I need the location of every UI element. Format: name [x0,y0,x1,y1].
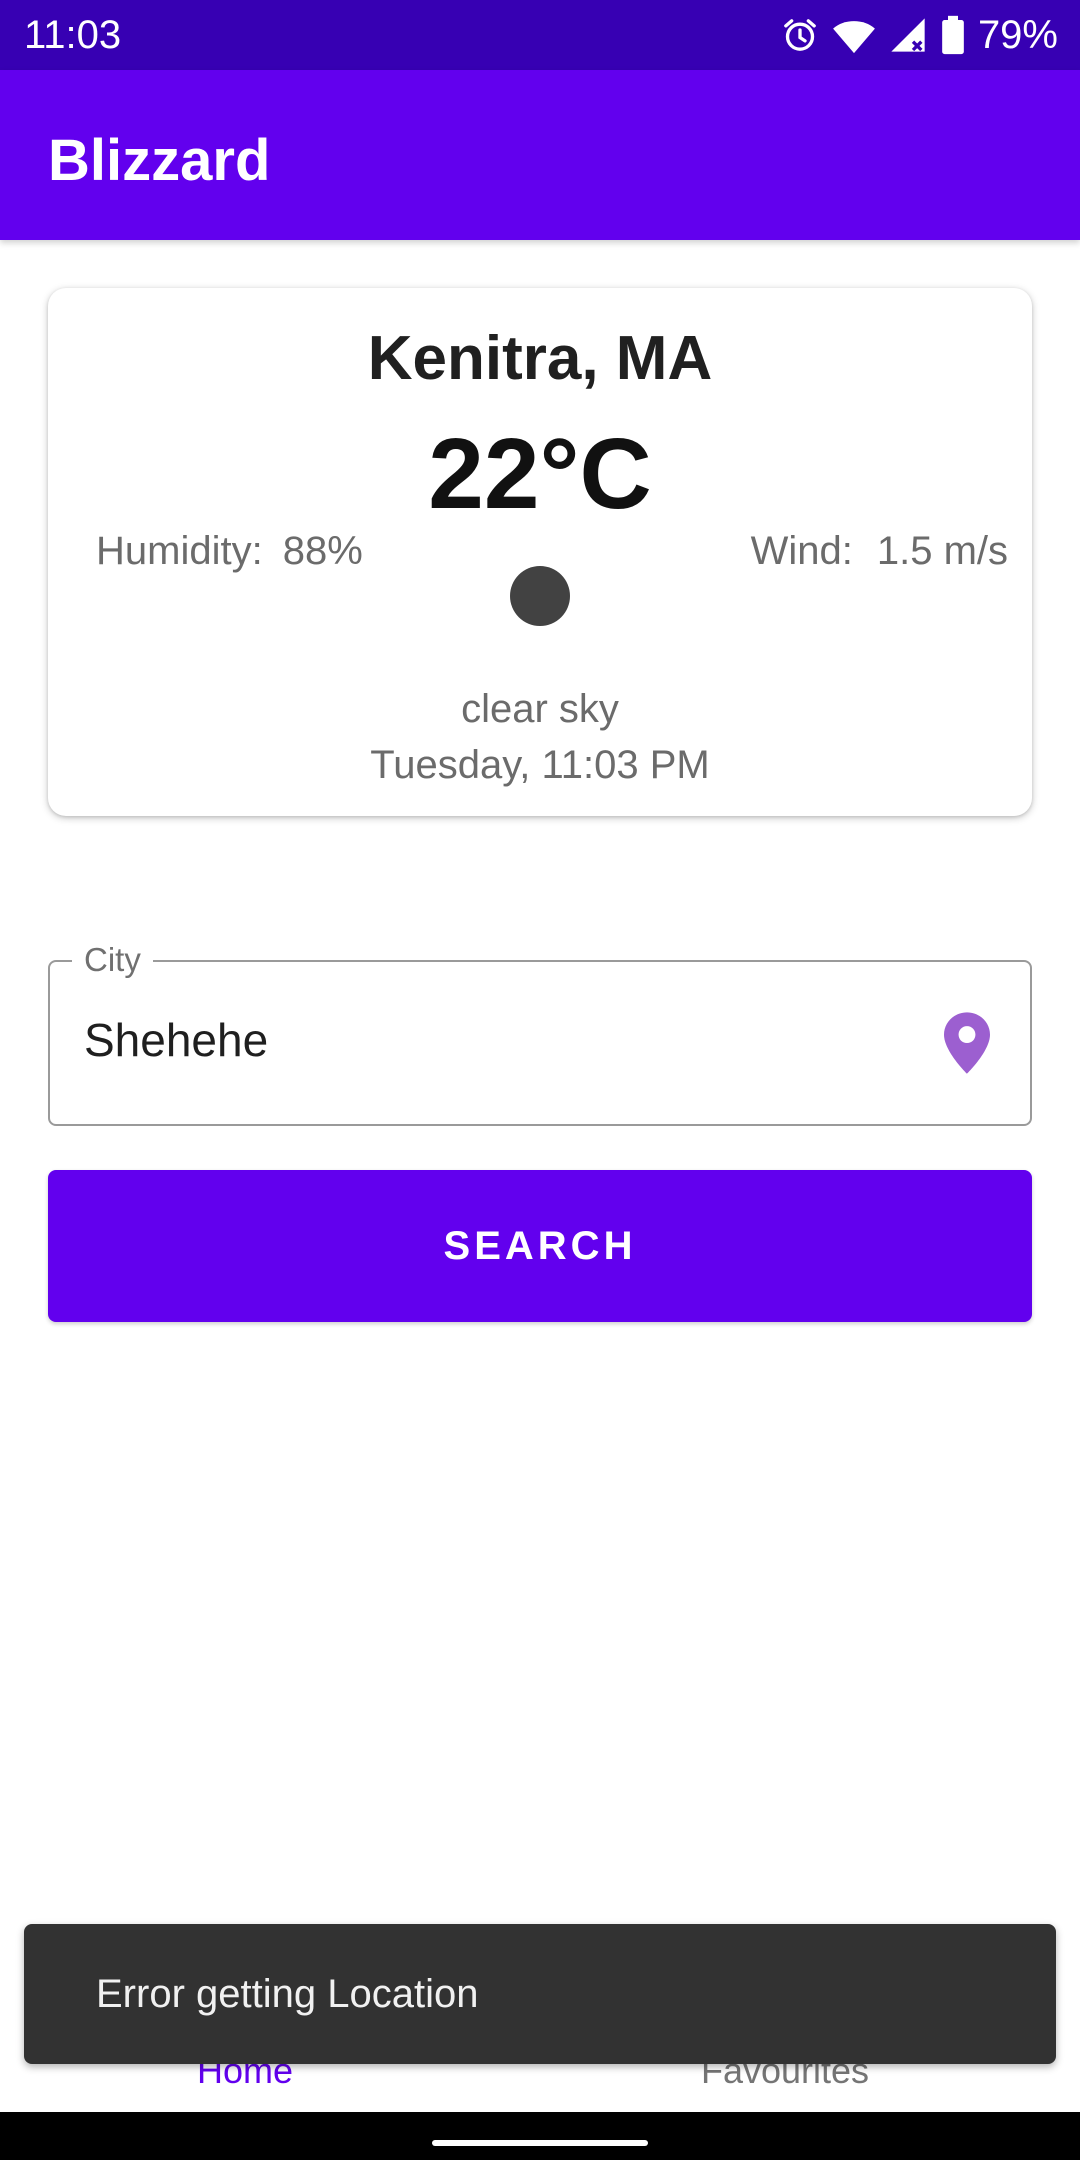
temperature: 22°C [428,418,652,530]
wind-label: Wind: [750,529,853,573]
alarm-icon [784,19,816,51]
weather-icon [510,566,570,626]
city-input[interactable] [84,1012,904,1068]
humidity-value: 88% [282,529,363,573]
city-field[interactable]: City [48,940,1032,1126]
search-button[interactable]: SEARCH [48,1170,1032,1322]
city-field-label: City [72,940,153,980]
battery-icon [942,15,964,55]
status-icons: 79% [780,12,1058,58]
wifi-icon [833,21,875,54]
system-nav-bar [0,2112,1080,2160]
app-title: Blizzard [48,128,271,193]
cell-signal-icon [891,18,925,52]
city-name: Kenitra, MA [367,324,713,393]
humidity: Humidity: 88% [96,528,363,574]
home-indicator[interactable] [432,2140,648,2146]
wind: Wind: 1.5 m/s [751,528,1008,574]
snackbar-message: Error getting Location [96,1972,479,2016]
battery-percent: 79% [977,13,1058,57]
app-bar: Blizzard [0,70,1080,240]
weather-card: Kenitra, MA 22°C Humidity: 88% Wind: 1.5… [48,288,1032,816]
weather-datetime: Tuesday, 11:03 PM [370,743,710,787]
wind-value: 1.5 m/s [876,529,1008,573]
location-pin-icon[interactable] [944,1012,990,1074]
status-time: 11:03 [24,13,122,57]
snackbar: Error getting Location [24,1924,1056,2064]
status-bar: 11:03 79% [0,0,1080,70]
weather-condition: clear sky [461,687,619,731]
humidity-label: Humidity: [96,529,263,573]
